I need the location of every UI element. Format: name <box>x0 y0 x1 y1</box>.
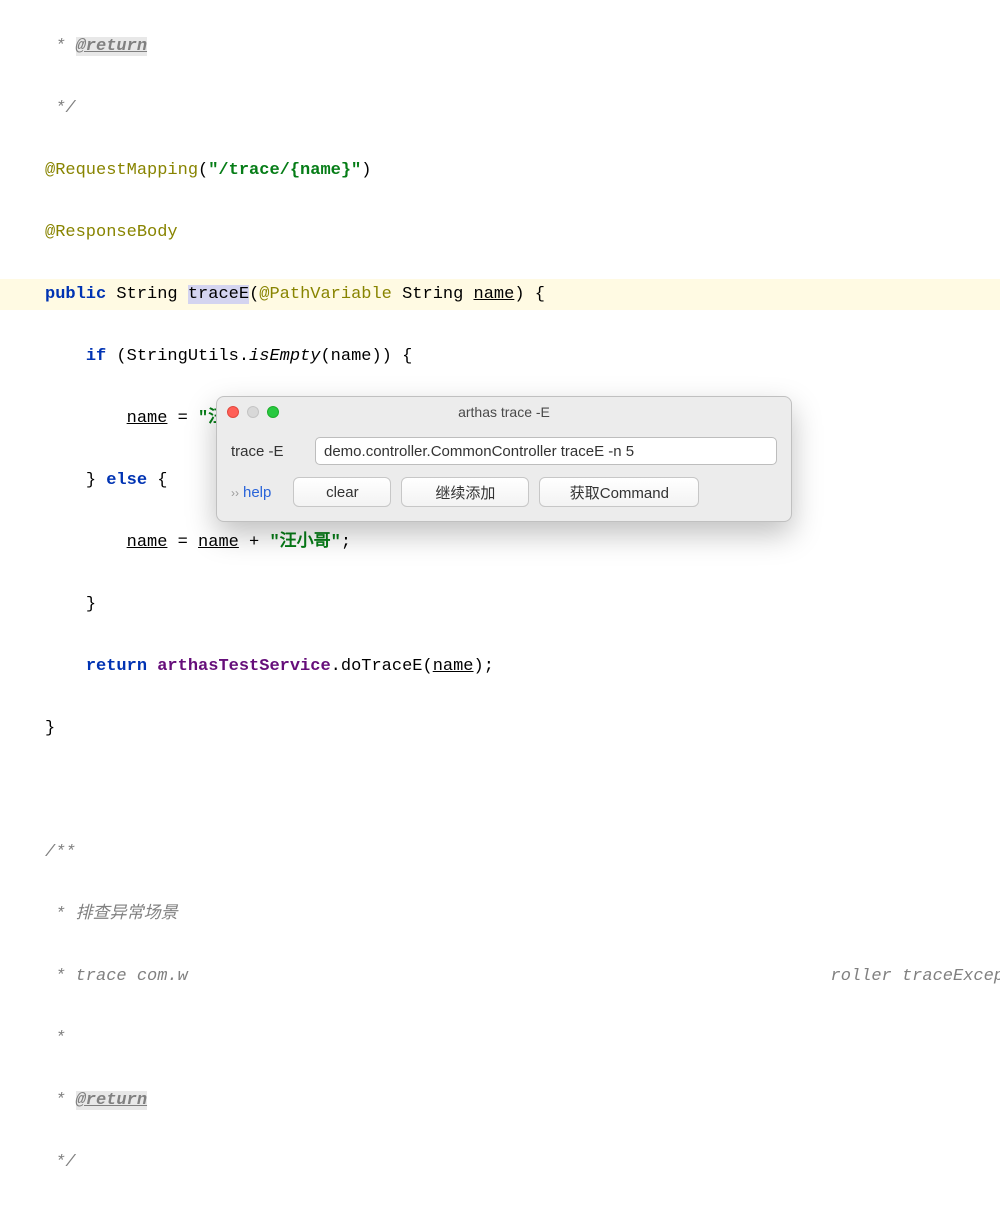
dialog-title: arthas trace -E <box>217 404 791 420</box>
dialog-titlebar[interactable]: arthas trace -E <box>217 397 791 427</box>
annotation-response-body: @ResponseBody <box>45 223 178 242</box>
comment: */ <box>45 93 955 124</box>
maximize-icon[interactable] <box>267 406 279 418</box>
javadoc-return-tag: @return <box>76 1091 147 1110</box>
javadoc-return-tag: @return <box>76 37 147 56</box>
continue-add-button[interactable]: 继续添加 <box>401 477 529 507</box>
get-command-button[interactable]: 获取Command <box>539 477 699 507</box>
trace-label: trace -E <box>231 443 301 460</box>
trace-input[interactable] <box>315 437 777 465</box>
help-link[interactable]: ››help <box>231 484 283 501</box>
minimize-icon[interactable] <box>247 406 259 418</box>
code-editor[interactable]: * @return */ @RequestMapping("/trace/{na… <box>0 0 1000 1208</box>
method-name: traceE <box>188 285 249 304</box>
close-icon[interactable] <box>227 406 239 418</box>
arthas-dialog: arthas trace -E trace -E ››help clear 继续… <box>216 396 792 522</box>
clear-button[interactable]: clear <box>293 477 391 507</box>
annotation-request-mapping: @RequestMapping <box>45 161 198 180</box>
